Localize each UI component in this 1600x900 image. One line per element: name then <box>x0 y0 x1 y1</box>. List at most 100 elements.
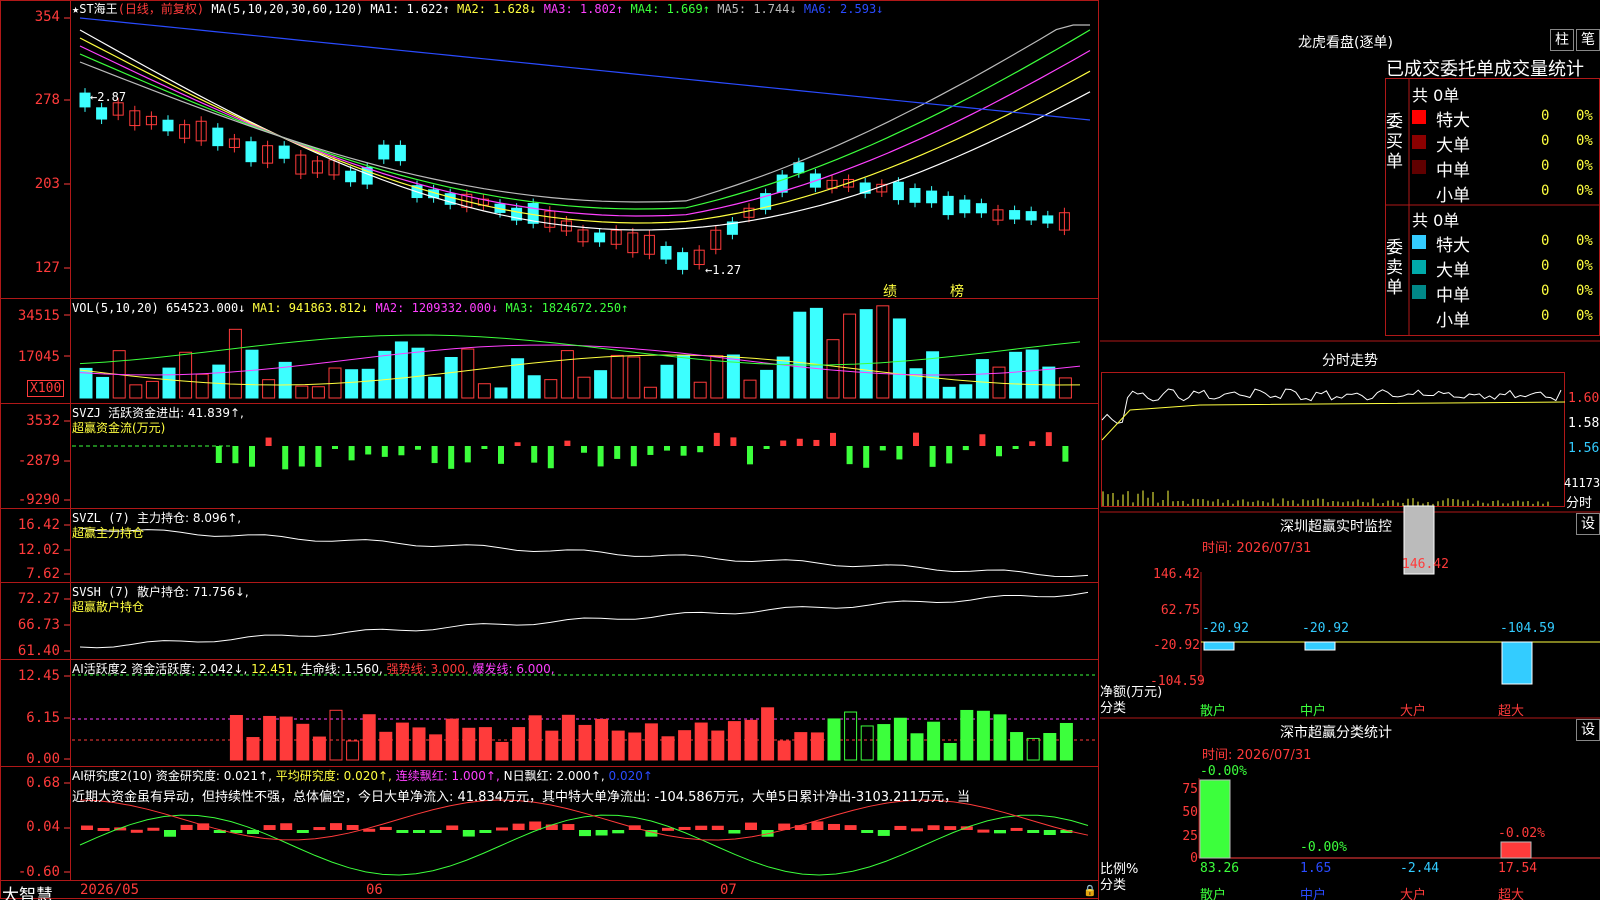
intraday-avg-line <box>1101 401 1566 441</box>
research-bar <box>280 823 293 830</box>
order-percent: 0% <box>1576 258 1593 274</box>
research-bar <box>330 823 342 830</box>
flag-earnings[interactable]: 绩 <box>883 281 897 301</box>
monitor-bar-value: 146.42 <box>1402 557 1449 572</box>
svzl-line <box>79 527 1089 577</box>
order-percent: 0% <box>1576 108 1593 124</box>
lock-icon[interactable]: 🔒 <box>1083 884 1097 897</box>
svzj-bar <box>896 446 903 460</box>
svzj-bar <box>796 438 803 446</box>
volume-bar <box>975 359 989 399</box>
order-count: 0 <box>1541 258 1550 274</box>
activity-bar <box>810 732 824 761</box>
svzj-value: 活跃资金进出: 41.839↑, <box>108 406 244 420</box>
volume-bar <box>710 355 724 399</box>
research-bar <box>745 822 757 830</box>
svzl-tick-1: 16.42 <box>17 517 60 533</box>
order-percent: 0% <box>1576 158 1593 174</box>
research-bar <box>496 827 508 831</box>
candle-body <box>1009 210 1021 220</box>
ma5-value: MA5: 1.744↓ <box>717 2 797 16</box>
research-bar <box>130 829 143 833</box>
svsh-tick-1: 72.27 <box>17 591 60 607</box>
svsh-value: 散户持仓: 71.756↓, <box>137 585 249 599</box>
activity-bar <box>777 740 791 761</box>
vol-tick-2: 17045 <box>17 349 60 365</box>
volume-bar <box>361 368 375 399</box>
classify-settings-button[interactable]: 设 <box>1576 719 1600 741</box>
classify-tick-4: 0 <box>1190 851 1198 866</box>
volume-bar <box>776 356 790 399</box>
svzj-bar <box>597 446 604 467</box>
candle-body <box>212 127 224 147</box>
intraday-price-line <box>1101 388 1562 424</box>
research-bar <box>695 825 708 830</box>
research-bar <box>728 830 741 834</box>
monitor-category: 散户 <box>1200 704 1227 719</box>
volume-bar <box>809 307 823 399</box>
svsh-line <box>79 591 1089 649</box>
candle-body <box>378 144 390 160</box>
activity-bar <box>661 736 675 761</box>
order-size-label: 中单 <box>1436 286 1470 306</box>
svzj-bar <box>913 432 919 446</box>
volume-bar <box>129 384 143 399</box>
activity-bar <box>528 715 542 761</box>
activity-bar <box>877 724 891 761</box>
price-legend: ★ST海王(日线，前复权) MA(5,10,20,30,60,120) MA1:… <box>72 2 883 16</box>
activity-bar <box>478 727 492 761</box>
research-bar <box>512 823 525 830</box>
stock-name: ★ST海王 <box>72 2 118 16</box>
volume-bar <box>411 347 425 399</box>
aires-item-1: 资金研究度: 0.021↑, <box>155 769 272 783</box>
research-bar <box>711 825 724 830</box>
bar-mode-button[interactable]: 柱 <box>1550 29 1574 51</box>
ma6-value: MA6: 2.593↓ <box>803 2 884 16</box>
ma2-value: MA2: 1.628↓ <box>457 2 537 16</box>
classify-tick-2: 50 <box>1182 805 1198 820</box>
candle-body <box>394 144 406 162</box>
monitor-settings-button[interactable]: 设 <box>1576 513 1600 535</box>
classify-category: 大户 <box>1400 888 1427 900</box>
aiact-tick-2: 6.15 <box>26 710 60 726</box>
volume-bar <box>527 375 541 399</box>
svzj-bar <box>431 446 438 464</box>
monitor-tick-1: 146.42 <box>1153 567 1200 582</box>
ma4-value: MA4: 1.669↑ <box>630 2 710 16</box>
order-size-swatch <box>1412 110 1426 124</box>
candle-body <box>660 245 672 260</box>
intraday-tick-2: 1.580 <box>1568 416 1600 431</box>
intraday-tick-1: 1.600 <box>1568 391 1600 406</box>
svzj-bar <box>830 432 836 446</box>
volume-bar <box>942 386 956 399</box>
high-marker-value: 2.87 <box>97 90 127 104</box>
candle-body <box>1042 215 1054 224</box>
research-bar <box>429 830 442 833</box>
vol-unit-badge[interactable]: X100 <box>27 380 65 397</box>
volume-bar <box>544 379 558 399</box>
order-size-label: 特大 <box>1436 111 1470 131</box>
aires-title: AI研究度2(10) <box>72 769 153 783</box>
order-percent: 0% <box>1576 308 1593 324</box>
research-bar <box>529 821 542 830</box>
research-bar <box>313 827 326 831</box>
classify-tick-3: 25 <box>1182 829 1198 844</box>
order-size-swatch <box>1412 135 1426 149</box>
tick-mode-button[interactable]: 笔 <box>1576 29 1600 51</box>
activity-bar <box>794 732 808 761</box>
flag-rank[interactable]: 榜 <box>950 281 964 301</box>
classify-top-label: -0.00% <box>1200 764 1247 779</box>
vol-tick-1: 34515 <box>17 308 60 324</box>
aires-tick-2: 0.04 <box>26 819 60 835</box>
research-bar <box>595 830 608 836</box>
classify-category: 散户 <box>1200 888 1227 900</box>
svzj-bar <box>962 446 969 451</box>
svsh-legend: SVSH (7) 散户持仓: 71.756↓, <box>72 585 249 599</box>
classify-value: -2.44 <box>1400 861 1440 876</box>
ma-params: MA(5,10,20,30,60,120) <box>211 2 364 16</box>
activity-bar <box>346 740 360 761</box>
aiact-item-3: 生命线: 1.560, <box>300 662 383 676</box>
activity-bar <box>678 730 692 761</box>
research-bar <box>1043 830 1056 836</box>
svzj-bar <box>564 440 571 446</box>
